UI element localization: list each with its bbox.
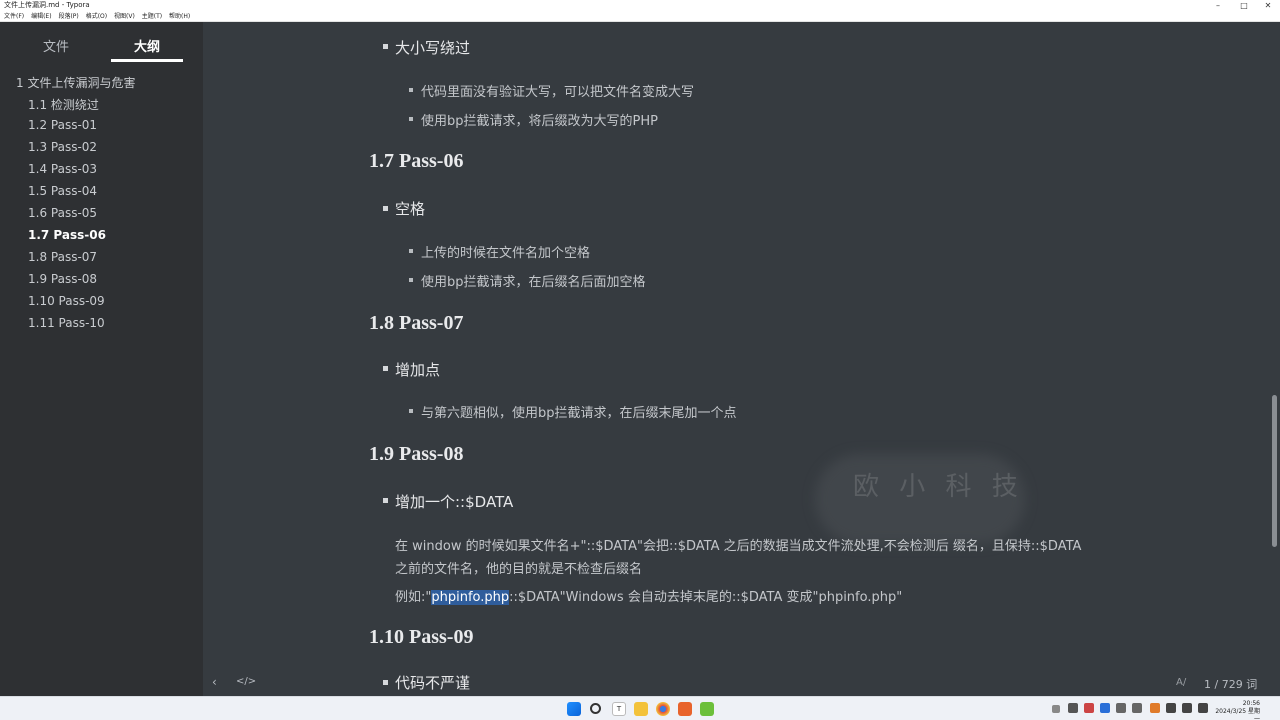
network-icon[interactable] (1166, 703, 1176, 713)
list-item: 上传的时候在文件名加个空格 (421, 246, 591, 261)
clock-date: 2024/3/25 星期一 (1215, 708, 1260, 720)
outline-item[interactable]: 1.3 Pass-02 (28, 140, 97, 154)
close-button[interactable]: ✕ (1256, 0, 1280, 11)
chevron-up-icon[interactable] (1052, 705, 1060, 713)
outline-item[interactable]: 1.6 Pass-05 (28, 206, 97, 220)
heading-pass-09: 1.10 Pass-09 (369, 626, 474, 648)
paragraph-line: 在 window 的时候如果文件名+"::$DATA"会把::$DATA 之后的… (395, 539, 1082, 554)
system-clock[interactable]: 20:56 2024/3/25 星期一 (1210, 700, 1260, 720)
tray-app-icon[interactable] (1084, 703, 1094, 713)
menu-bar: 文件(F) 编辑(E) 段落(P) 格式(O) 视图(V) 主题(T) 帮助(H… (0, 11, 1280, 22)
outline-item[interactable]: 1.11 Pass-10 (28, 316, 105, 330)
bullet-icon (409, 409, 413, 413)
list-item: 大小写绕过 (395, 39, 471, 57)
file-explorer-icon[interactable] (634, 702, 648, 716)
volume-icon[interactable] (1182, 703, 1192, 713)
paragraph-line: 之前的文件名，他的目的就是不检查后缀名 (395, 562, 643, 577)
menu-theme[interactable]: 主题(T) (142, 11, 162, 22)
word-count[interactable]: 1 / 729 词 (1204, 676, 1257, 692)
search-icon[interactable] (590, 703, 601, 714)
clock-time: 20:56 (1242, 700, 1260, 707)
bullet-icon (383, 498, 388, 503)
burp-icon[interactable] (678, 702, 692, 716)
maximize-button[interactable]: □ (1232, 0, 1256, 11)
bullet-icon (383, 366, 388, 371)
outline-item[interactable]: 1.10 Pass-09 (28, 294, 105, 308)
watermark-text: 欧 小 科 技 (853, 472, 1024, 502)
tab-outline[interactable]: 大纲 (111, 36, 183, 58)
chrome-icon[interactable] (656, 702, 670, 716)
example-prefix: 例如:" (395, 590, 432, 605)
tray-app-icon[interactable] (1132, 703, 1142, 713)
minimize-button[interactable]: – (1206, 0, 1230, 11)
title-bar: 文件上传漏洞.md - Typora – □ ✕ (0, 0, 1280, 11)
windows-taskbar: T 20:56 2024/3/25 星期一 (0, 696, 1280, 720)
menu-format[interactable]: 格式(O) (86, 11, 107, 22)
outline-item[interactable]: 1.5 Pass-04 (28, 184, 97, 198)
paragraph-example: 例如:"phpinfo.php::$DATA"Windows 会自动去掉末尾的:… (395, 586, 902, 605)
tray-app-icon[interactable] (1116, 703, 1126, 713)
bullet-icon (409, 278, 413, 282)
list-item: 增加点 (395, 361, 441, 379)
tray-app-icon[interactable] (1068, 703, 1078, 713)
menu-file[interactable]: 文件(F) (4, 11, 24, 22)
outline-item[interactable]: 1 文件上传漏洞与危害 (16, 74, 135, 91)
list-item: 使用bp拦截请求，在后缀名后面加空格 (421, 275, 646, 290)
window-title: 文件上传漏洞.md - Typora (4, 1, 90, 9)
list-item: 代码不严谨 (395, 674, 471, 692)
toggle-sidebar-icon[interactable]: ‹ (212, 675, 217, 689)
outline-item[interactable]: 1.2 Pass-01 (28, 118, 97, 132)
heading-pass-08: 1.9 Pass-08 (369, 443, 464, 465)
heading-pass-06: 1.7 Pass-06 (369, 150, 464, 172)
tab-active-indicator (111, 59, 183, 62)
typewriter-icon[interactable]: A/ (1176, 677, 1186, 688)
bullet-icon (383, 44, 388, 49)
list-item: 使用bp拦截请求，将后缀改为大写的PHP (421, 114, 658, 129)
menu-view[interactable]: 视图(V) (114, 11, 135, 22)
bullet-icon (409, 88, 413, 92)
list-item: 与第六题相似，使用bp拦截请求，在后缀末尾加一个点 (421, 406, 737, 421)
source-code-mode-icon[interactable]: </> (236, 676, 256, 687)
battery-icon[interactable] (1198, 703, 1208, 713)
outline-item-active[interactable]: 1.7 Pass-06 (28, 228, 106, 242)
outline-item[interactable]: 1.1 检测绕过 (28, 96, 99, 113)
green-app-icon[interactable] (700, 702, 714, 716)
bullet-icon (409, 117, 413, 121)
outline-item[interactable]: 1.4 Pass-03 (28, 162, 97, 176)
list-item: 代码里面没有验证大写，可以把文件名变成大写 (421, 85, 695, 100)
heading-pass-07: 1.8 Pass-07 (369, 312, 464, 334)
bullet-icon (383, 206, 388, 211)
editor-content[interactable]: 欧 小 科 技 大小写绕过 代码里面没有验证大写，可以把文件名变成大写 使用bp… (203, 22, 1268, 696)
list-item: 空格 (395, 200, 426, 218)
typora-icon[interactable]: T (612, 702, 626, 716)
outline-item[interactable]: 1.8 Pass-07 (28, 250, 97, 264)
menu-help[interactable]: 帮助(H) (169, 11, 190, 22)
bullet-icon (383, 680, 388, 685)
menu-paragraph[interactable]: 段落(P) (58, 11, 78, 22)
scrollbar-thumb[interactable] (1272, 395, 1277, 547)
bullet-icon (409, 249, 413, 253)
sidebar: 文件 大纲 1 文件上传漏洞与危害 1.1 检测绕过 1.2 Pass-01 1… (0, 22, 203, 696)
example-suffix: ::$DATA"Windows 会自动去掉末尾的::$DATA 变成"phpin… (509, 590, 903, 605)
scrollbar[interactable] (1268, 22, 1280, 696)
windows-start-icon[interactable] (567, 702, 581, 716)
menu-edit[interactable]: 编辑(E) (31, 11, 51, 22)
tab-files[interactable]: 文件 (20, 36, 92, 58)
selected-text[interactable]: phpinfo.php (431, 590, 510, 605)
tray-app-icon[interactable] (1150, 703, 1160, 713)
list-item: 增加一个::$DATA (395, 493, 514, 511)
tray-app-icon[interactable] (1100, 703, 1110, 713)
outline-item[interactable]: 1.9 Pass-08 (28, 272, 97, 286)
